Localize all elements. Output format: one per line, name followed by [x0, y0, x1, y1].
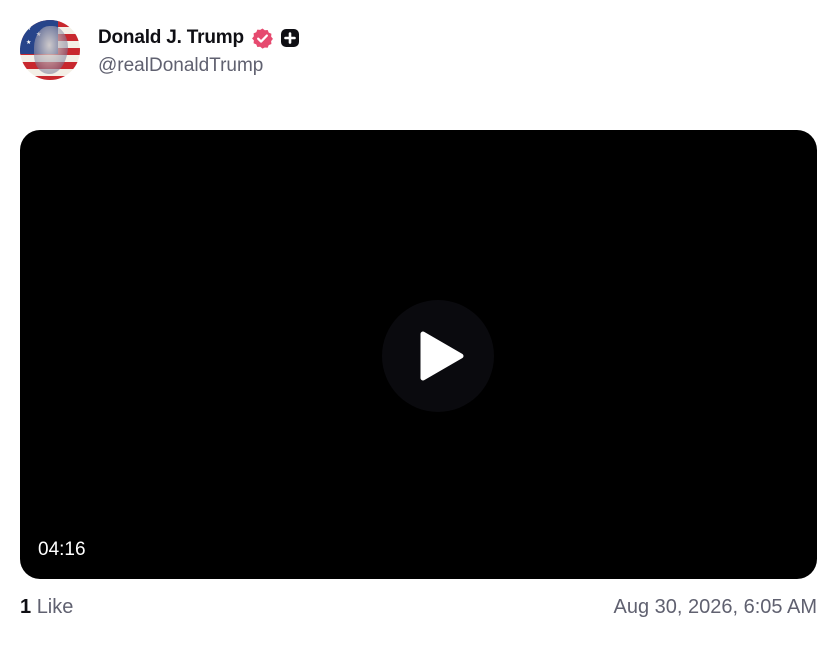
- avatar[interactable]: ★ ★ ★: [20, 20, 80, 80]
- plus-square-icon: [280, 29, 299, 47]
- video-player[interactable]: 04:16: [20, 130, 817, 579]
- verified-badge-icon: [251, 27, 273, 49]
- like-count-link[interactable]: 1 Like: [20, 596, 73, 619]
- play-button[interactable]: [382, 300, 494, 412]
- like-label: Like: [36, 596, 74, 618]
- video-duration: 04:16: [38, 539, 86, 560]
- name-row: Donald J. Trump: [98, 23, 300, 53]
- author-identity: Donald J. Trump @realDonaldTrump: [98, 23, 300, 77]
- author-display-name[interactable]: Donald J. Trump: [98, 27, 244, 49]
- post-card: ★ ★ ★ Donald J. Trump @realDonaldTrump: [0, 0, 840, 646]
- avatar-face: [34, 26, 68, 74]
- play-icon: [420, 331, 464, 381]
- author-handle[interactable]: @realDonaldTrump: [98, 55, 300, 77]
- like-count: 1: [20, 596, 32, 618]
- post-timestamp[interactable]: Aug 30, 2026, 6:05 AM: [614, 596, 818, 619]
- post-header: ★ ★ ★ Donald J. Trump @realDonaldTrump: [20, 20, 300, 80]
